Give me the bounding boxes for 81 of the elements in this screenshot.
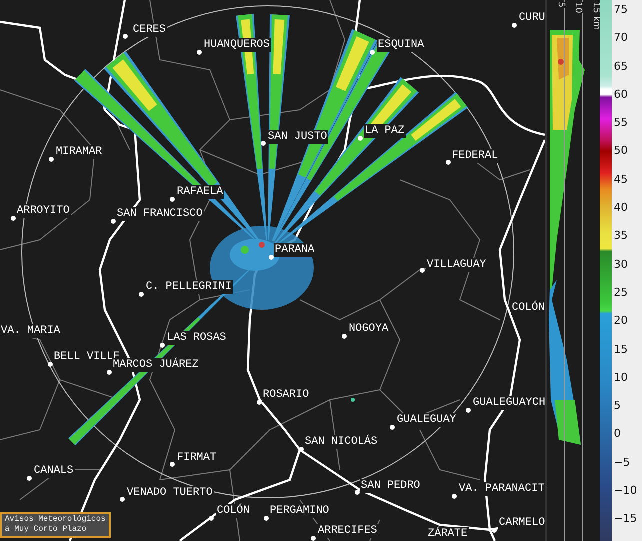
city-label: SAN NICOLÁS <box>304 435 379 449</box>
scale-tick-label: 60 <box>614 86 629 103</box>
city-label: COLÓN <box>216 504 252 518</box>
city-label: CANALS <box>33 464 75 478</box>
scale-tick-label: −15 <box>614 511 638 528</box>
scale-tick-label: −5 <box>614 454 632 471</box>
city-label: COLÓN <box>511 301 545 315</box>
city-dot-icon <box>342 334 346 338</box>
city-dot-icon <box>310 536 316 540</box>
scale-tick-label: 55 <box>614 115 629 132</box>
scale-tick-label: 5 <box>614 398 622 414</box>
scale-tick-label: 45 <box>614 172 629 188</box>
city-dot-icon <box>26 476 32 480</box>
city-dot-icon <box>122 34 128 38</box>
city-dot-icon <box>298 446 304 452</box>
scale-tick-label: −10 <box>614 483 638 500</box>
city-label: MARCOS JUÁREZ <box>112 358 200 372</box>
city-dot-icon <box>358 136 362 140</box>
city-label: VA. PARANACIT <box>458 482 545 496</box>
scale-tick-label: 40 <box>614 200 629 216</box>
city-dot-icon <box>196 50 202 54</box>
city-label: CERES <box>132 23 168 37</box>
city-dot-icon <box>264 516 268 520</box>
city-label: HUANQUEROS <box>203 38 272 52</box>
city-label: ROSARIO <box>262 388 310 402</box>
city-dot-icon <box>160 342 164 348</box>
city-dot-icon <box>452 494 456 498</box>
city-dot-icon <box>466 408 470 412</box>
city-label: ARROYITO <box>16 204 71 218</box>
city-label: ARRECIFES <box>317 524 378 538</box>
scale-tick-label: 75 <box>614 2 629 18</box>
city-label: GUALEGUAY <box>396 413 458 427</box>
city-label: LAS ROSAS <box>166 331 228 345</box>
city-dot-icon <box>370 50 374 54</box>
city-label: PERGAMINO <box>269 504 330 518</box>
alert-badge[interactable]: Avisos Meteorológicos a Muy Corto Plazo <box>0 512 111 538</box>
city-label: SAN PEDRO <box>360 479 422 493</box>
city-dot-icon <box>512 22 516 28</box>
scale-tick-label: 70 <box>614 30 629 46</box>
scale-tick-label: 50 <box>614 143 629 160</box>
scale-tick-label: 35 <box>614 228 629 244</box>
city-dot-icon <box>170 196 174 202</box>
city-dot-icon <box>106 370 112 374</box>
city-dot-icon <box>208 516 214 520</box>
city-dot-icon <box>446 160 450 164</box>
city-label: VA. MARIA <box>0 324 62 338</box>
city-dot-icon <box>256 400 262 404</box>
scale-tick-label: 0 <box>614 426 622 442</box>
city-dot-icon <box>120 496 124 502</box>
city-label: FEDERAL <box>451 149 500 163</box>
scale-tick-label: 10 <box>614 370 629 386</box>
city-dot-icon <box>268 254 274 260</box>
city-label: VILLAGUAY <box>426 258 488 272</box>
distance-axis-label: 5 <box>556 2 566 8</box>
city-dot-icon <box>492 528 496 532</box>
city-label: CARMELO <box>498 516 545 530</box>
city-label: PARANA <box>274 243 316 257</box>
scale-tick-label: 65 <box>614 58 629 75</box>
distance-axis-label: 10 <box>573 2 583 14</box>
city-dot-icon <box>10 216 16 220</box>
city-label: MIRAMAR <box>55 145 104 159</box>
city-dot-icon <box>110 218 116 224</box>
city-label: C. PELLEGRINI <box>145 280 233 294</box>
city-dot-icon <box>48 362 52 366</box>
city-dot-icon <box>390 424 394 430</box>
city-dot-icon <box>260 140 266 146</box>
city-dot-icon <box>420 268 424 272</box>
scale-tick-label: 25 <box>614 284 629 301</box>
city-label: RAFAELA <box>176 185 224 199</box>
city-label: SAN FRANCISCO <box>116 207 204 221</box>
city-label: GUALEGUAYCH <box>472 396 545 410</box>
city-dot-icon <box>48 156 54 162</box>
city-dot-icon <box>354 490 360 494</box>
city-label: ESQUINA <box>377 38 426 52</box>
scale-tick-label: 30 <box>614 256 629 273</box>
city-label: SAN JUSTO <box>267 130 328 144</box>
scale-tick-label: 20 <box>614 313 629 330</box>
city-dot-icon <box>138 292 144 296</box>
scale-tick-label: 15 <box>614 342 629 358</box>
city-label: LA PAZ <box>364 124 406 138</box>
city-dot-icon <box>170 462 174 466</box>
